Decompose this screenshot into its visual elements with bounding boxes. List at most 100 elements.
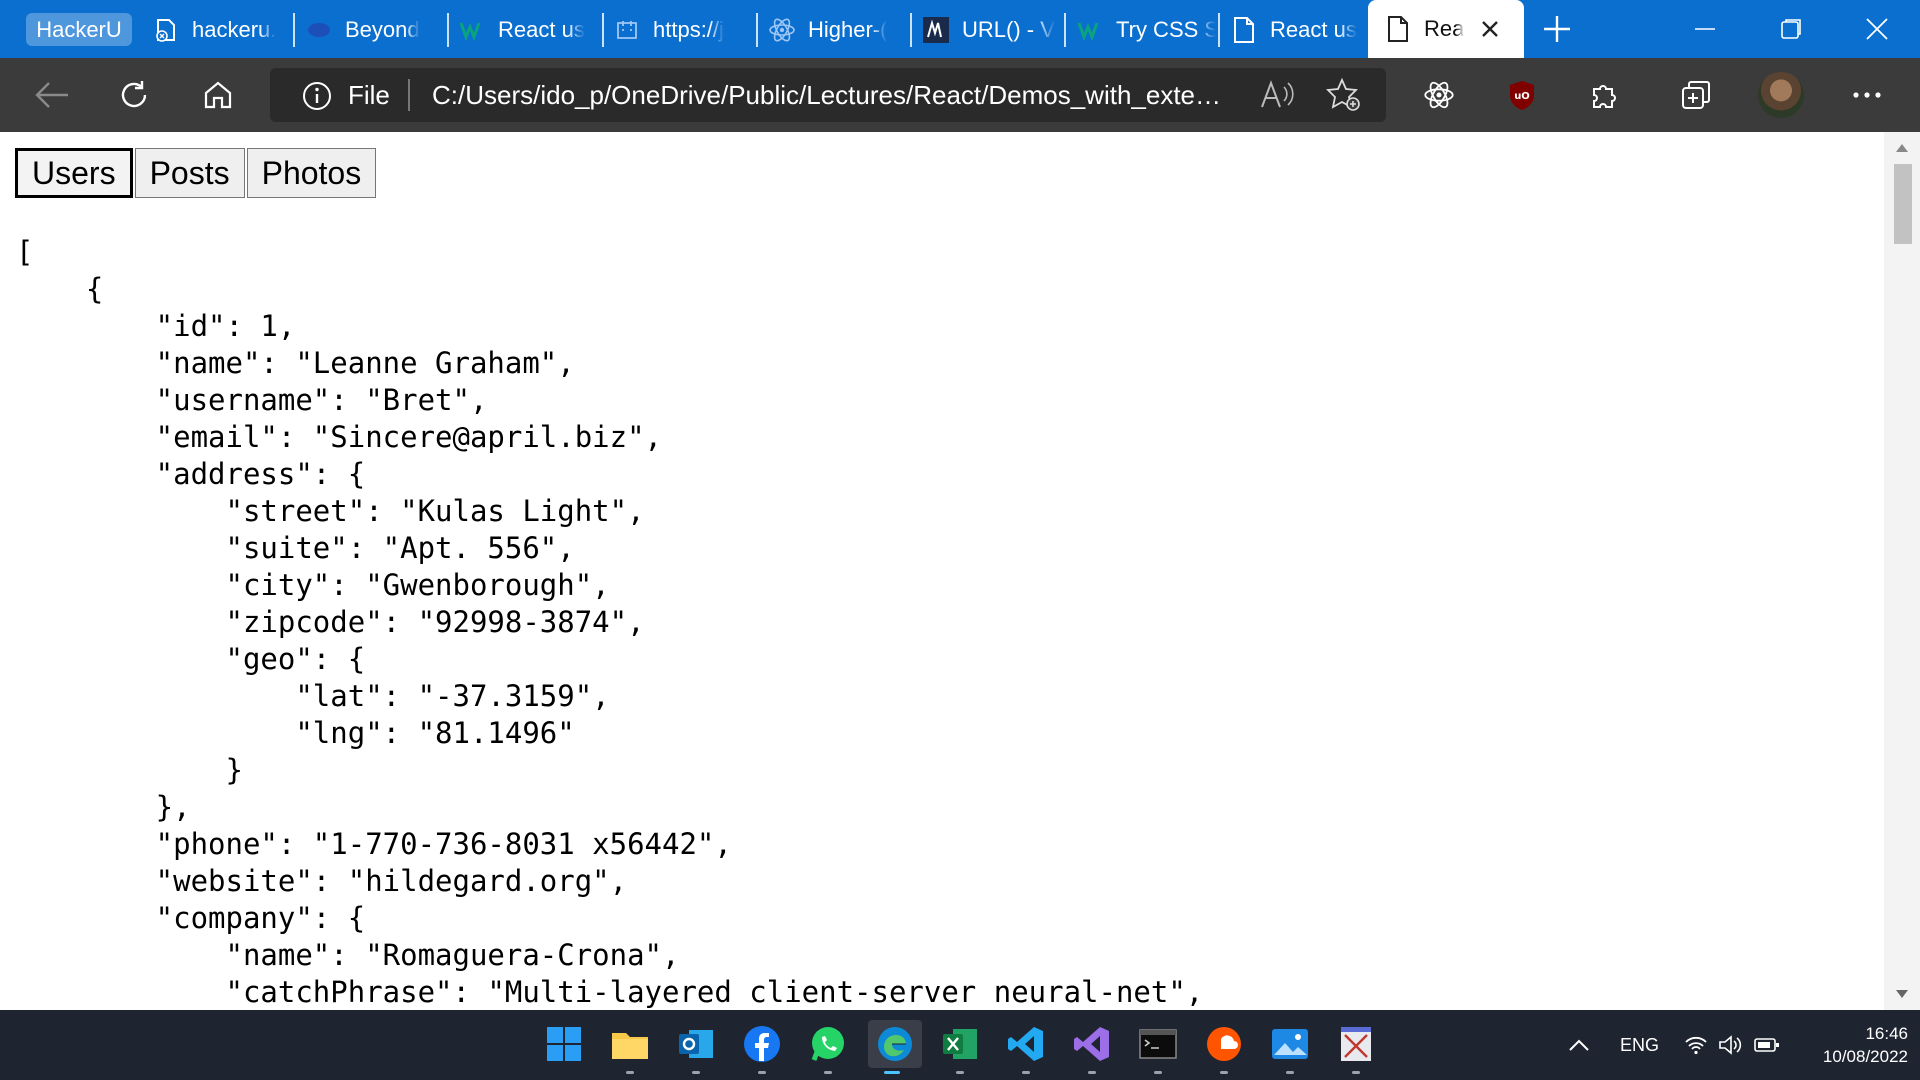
placeholder-icon [613, 16, 641, 44]
address-bar[interactable]: File C:/Users/ido_p/OneDrive/Public/Lect… [270, 68, 1386, 122]
w3schools-icon [458, 16, 486, 44]
tab-label: React us [1270, 17, 1357, 42]
svg-text:uO: uO [1514, 91, 1530, 102]
excel-icon[interactable] [936, 1020, 984, 1074]
scroll-down-arrow[interactable] [1896, 990, 1908, 998]
scroll-thumb[interactable] [1894, 164, 1912, 244]
add-favorite-icon[interactable] [1326, 77, 1362, 113]
more-options-icon[interactable] [1845, 73, 1889, 117]
visual-studio-icon[interactable] [1068, 1020, 1116, 1074]
tab-separator [1218, 13, 1220, 47]
json-line: [ [16, 235, 34, 269]
minimize-button[interactable] [1690, 14, 1720, 44]
photos-icon[interactable] [1266, 1020, 1314, 1074]
json-line: "street": "Kulas Light", [16, 494, 645, 528]
windows-start-icon[interactable] [540, 1020, 588, 1068]
refresh-button[interactable] [112, 73, 156, 117]
json-line: { [16, 272, 104, 306]
language-indicator[interactable]: ENG [1620, 1010, 1659, 1080]
photos-button[interactable]: Photos [246, 148, 377, 198]
new-tab-button[interactable] [1540, 12, 1574, 46]
users-button[interactable]: Users [15, 148, 133, 198]
address-scheme: File [348, 80, 390, 110]
facebook-icon[interactable] [738, 1020, 786, 1074]
wifi-icon[interactable] [1684, 1010, 1708, 1080]
terminal-icon[interactable] [1134, 1020, 1182, 1074]
browser-toolbar: File C:/Users/ido_p/OneDrive/Public/Lect… [0, 58, 1920, 132]
restore-button[interactable] [1776, 14, 1806, 44]
tab-separator [293, 13, 295, 47]
tab-group-chip[interactable]: HackerU [26, 13, 132, 46]
json-line: "address": { [16, 457, 366, 491]
json-line: "name": "Romaguera-Crona", [16, 938, 680, 972]
file-explorer-icon[interactable] [606, 1020, 654, 1074]
tab-label: hackeru. [192, 17, 277, 42]
profile-avatar[interactable] [1758, 72, 1804, 118]
tab-separator [756, 13, 758, 47]
react-devtools-extension[interactable] [1417, 73, 1461, 117]
json-line: "geo": { [16, 642, 366, 676]
json-line: "lng": "81.1496" [16, 716, 575, 750]
tab-separator [602, 13, 604, 47]
read-aloud-icon[interactable] [1260, 79, 1294, 111]
json-line: } [16, 753, 243, 787]
json-line: "phone": "1-770-736-8031 x56442", [16, 827, 732, 861]
home-button[interactable] [196, 73, 240, 117]
tab-beyond[interactable]: Beyond [305, 8, 445, 52]
close-window-button[interactable] [1862, 14, 1892, 44]
ublock-origin-icon[interactable]: uO [1500, 73, 1544, 117]
outlook-icon[interactable] [672, 1020, 720, 1074]
tab-separator [1064, 13, 1066, 47]
tab-react-us-w3[interactable]: React us [458, 8, 598, 52]
clock-date: 10/08/2022 [1822, 1047, 1908, 1066]
json-output: [ { "id": 1, "name": "Leanne Graham", "u… [16, 234, 1203, 1010]
json-line: "website": "hildegard.org", [16, 864, 628, 898]
tab-label: React us [498, 17, 585, 42]
tab-jsonplaceholder[interactable]: https://j [613, 8, 753, 52]
vertical-scrollbar[interactable] [1884, 132, 1920, 1010]
tab-strip: HackerU hackeru. Beyond React us https:/… [0, 0, 1920, 58]
resource-nav: Users Posts Photos [15, 148, 378, 198]
tab-separator [910, 13, 912, 47]
vscode-icon[interactable] [1002, 1020, 1050, 1074]
json-line: "username": "Bret", [16, 383, 488, 417]
soundcloud-icon[interactable] [1200, 1020, 1248, 1074]
edge-icon[interactable] [868, 1020, 922, 1074]
json-line: "lat": "-37.3159", [16, 679, 610, 713]
json-line: }, [16, 790, 191, 824]
close-tab-icon[interactable] [1478, 17, 1502, 41]
volume-icon[interactable] [1718, 1010, 1742, 1080]
tab-label: Rea [1424, 16, 1465, 41]
address-url[interactable]: C:/Users/ido_p/OneDrive/Public/Lectures/… [432, 80, 1222, 111]
whatsapp-icon[interactable] [804, 1020, 852, 1074]
snipping-tool-icon[interactable] [1332, 1020, 1380, 1074]
page-content: Users Posts Photos [ { "id": 1, "name": … [0, 132, 1884, 1010]
tray-overflow-icon[interactable] [1568, 1010, 1590, 1080]
scroll-up-arrow[interactable] [1896, 144, 1908, 152]
json-line: "id": 1, [16, 309, 296, 343]
battery-icon[interactable] [1754, 1010, 1780, 1080]
collections-icon[interactable] [1674, 73, 1718, 117]
tab-label: Try CSS S [1116, 17, 1216, 42]
tab-label: https://j [653, 17, 724, 42]
tab-hackeru[interactable]: hackeru. [152, 8, 282, 52]
json-line: "company": { [16, 901, 366, 935]
json-line: "name": "Leanne Graham", [16, 346, 575, 380]
tab-url-mdn[interactable]: URL() - V [922, 8, 1062, 52]
info-icon[interactable] [302, 81, 332, 111]
page-icon [1384, 15, 1412, 43]
posts-button[interactable]: Posts [134, 148, 245, 198]
tab-try-css[interactable]: Try CSS S [1076, 8, 1216, 52]
tab-active[interactable]: Rea [1368, 0, 1524, 58]
taskbar: ENG 16:46 10/08/2022 [0, 1010, 1920, 1080]
tab-react-us-file[interactable]: React us [1230, 8, 1370, 52]
tab-separator [447, 13, 449, 47]
back-button[interactable] [30, 73, 74, 117]
bee-icon [152, 16, 180, 44]
tab-higher-order[interactable]: Higher-( [768, 8, 908, 52]
json-line: "city": "Gwenborough", [16, 568, 610, 602]
react-icon [768, 16, 796, 44]
mdn-icon [922, 16, 950, 44]
extensions-icon[interactable] [1582, 73, 1626, 117]
system-clock[interactable]: 16:46 10/08/2022 [1798, 1022, 1908, 1068]
